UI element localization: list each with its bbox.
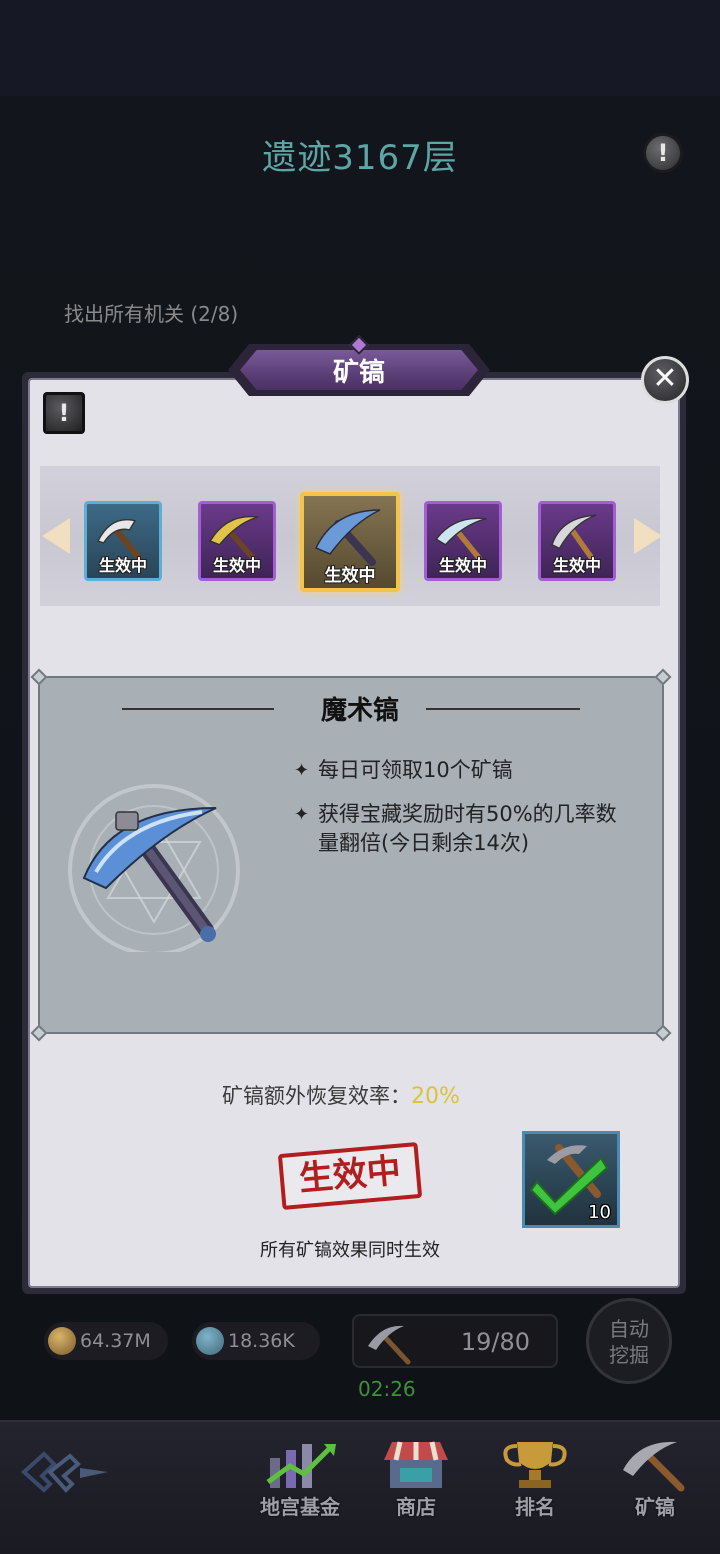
nav-pickaxe[interactable]: 矿镐 [610,1436,700,1520]
pickaxe-icon [368,1325,411,1365]
dialog-title-plate: 矿镐 [228,335,490,400]
pick-status-tag: 生效中 [324,566,376,586]
carousel-prev-arrow-icon[interactable] [42,518,70,554]
recovery-rate-value: 20% [411,1084,460,1109]
nav-label: 商店 [396,1495,436,1519]
trophy-icon [503,1442,567,1488]
dialog-title: 矿镐 [332,358,385,388]
nav-label: 排名 [515,1495,555,1519]
pick-status-tag: 生效中 [552,556,601,575]
pick-count-value: 19/80 [460,1328,530,1356]
pick-count: 10 [588,1202,611,1223]
gem-counter: 18.36K [192,1322,320,1360]
coin-icon [48,1327,76,1355]
pick-slot-3-selected[interactable]: 生效中 [300,492,400,592]
effect-note: 所有矿镐效果同时生效 [260,1240,440,1261]
carousel-next-arrow-icon[interactable] [634,518,662,554]
bullet-text: 每日可领取10个矿镐 [318,758,513,782]
recovery-rate: 矿镐额外恢复效率：20% [222,1080,460,1110]
coin-value: 64.37M [80,1330,151,1352]
equip-confirm-button[interactable]: 10 [522,1131,620,1228]
pickaxe-nav-icon [623,1441,685,1492]
nav-shop[interactable]: 商店 [368,1436,464,1520]
pick-slot-2[interactable]: 生效中 [198,501,276,581]
close-button[interactable]: ✕ [641,356,689,404]
sparkle-icon: ✦ [294,760,310,781]
magic-pick-large-icon [68,784,240,952]
quest-text: 找出所有机关 (2/8) [64,302,239,326]
auto-dig-label: 自动 挖掘 [609,1317,649,1367]
pick-status-tag: 生效中 [438,556,487,575]
gem-value: 18.36K [228,1330,295,1352]
nav-rank[interactable]: 排名 [490,1436,580,1520]
coin-counter: 64.37M [44,1322,168,1360]
back-logo-icon[interactable] [20,1448,112,1496]
info-icon[interactable]: ! [643,133,683,173]
sparkle-icon: ✦ [294,804,310,825]
pick-slot-4[interactable]: 生效中 [424,501,502,581]
floor-title: 遗迹3167层 [262,138,458,178]
gem-icon [196,1327,224,1355]
nav-label: 矿镐 [635,1495,675,1519]
fund-icon [266,1444,336,1488]
pick-slot-5[interactable]: 生效中 [538,501,616,581]
detail-bullet-2: ✦ 获得宝藏奖励时有50%的几率数量翻倍(今日剩余14次) [294,800,624,858]
pick-status-tag: 生效中 [98,556,147,575]
auto-dig-button[interactable]: 自动 挖掘 [586,1298,672,1384]
pick-status-tag: 生效中 [212,556,261,575]
nav-label: 地宫基金 [260,1495,340,1519]
pick-counter: 19/80 [352,1314,558,1368]
refill-timer: 02:26 [358,1377,416,1401]
pick-name: 魔术镐 [320,696,399,726]
detail-bullet-1: ✦ 每日可领取10个矿镐 [294,756,634,785]
status-bar-area [0,0,720,96]
bullet-text: 获得宝藏奖励时有50%的几率数量翻倍(今日剩余14次) [318,802,617,855]
shop-icon [384,1441,448,1488]
pick-slot-1[interactable]: 生效中 [84,501,162,581]
recovery-rate-label: 矿镐额外恢复效率： [222,1084,411,1108]
nav-fund[interactable]: 地宫基金 [250,1436,350,1520]
dialog-info-icon[interactable]: ! [43,392,85,434]
